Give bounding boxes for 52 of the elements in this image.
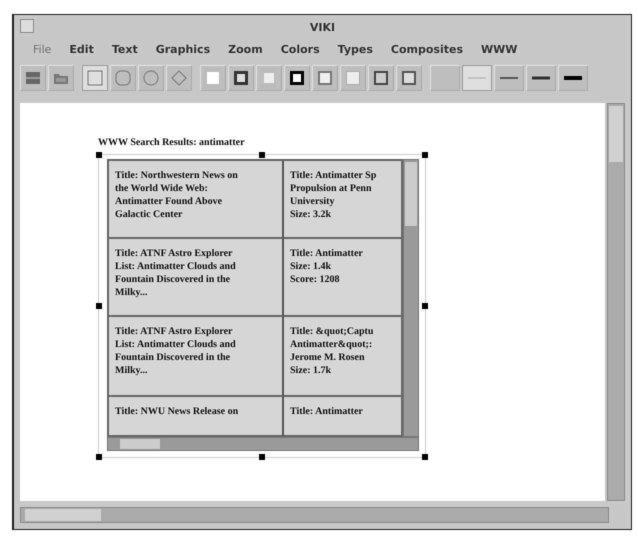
- horizontal-scrollbar[interactable]: [107, 437, 419, 451]
- menu-item[interactable]: Composites: [382, 42, 472, 56]
- result-cell[interactable]: Title: ATNF Astro Explorer List: Antimatter Clouds and Fountain Discovered in the Milky...: [109, 239, 284, 317]
- vertical-scrollbar[interactable]: [403, 159, 419, 437]
- line-icon: [532, 76, 550, 80]
- diamond-tool[interactable]: [166, 65, 192, 91]
- frame-icon: [262, 71, 276, 85]
- menu-item[interactable]: Graphics: [146, 42, 220, 56]
- result-cell[interactable]: Title: Northwestern News on the World Wide Web: Antimatter Found Above Galactic Center: [109, 161, 284, 239]
- menu-item[interactable]: WWW: [472, 42, 526, 56]
- circle-icon: [144, 70, 158, 86]
- line-icon: [500, 77, 518, 79]
- result-cell[interactable]: Title: Antimatter Sp Propulsion at Penn University Size: 3.2k: [284, 161, 401, 239]
- close-box[interactable]: [20, 19, 34, 33]
- menu-item[interactable]: Text: [102, 42, 147, 56]
- rounded-square-icon: [116, 70, 130, 86]
- selection-handle[interactable]: [96, 303, 102, 309]
- result-cell[interactable]: Title: ATNF Astro Explorer List: Antimatter Clouds and Fountain Discovered in the Milky...: [109, 317, 284, 397]
- window-title: VIKI: [310, 20, 336, 34]
- selection-handle[interactable]: [259, 152, 265, 158]
- frame-style-tool[interactable]: [368, 65, 394, 91]
- rounded-rectangle-tool[interactable]: [110, 65, 136, 91]
- frame-style-tool[interactable]: [284, 65, 310, 91]
- horizontal-scrollbar[interactable]: [20, 507, 609, 523]
- square-tool[interactable]: [82, 65, 108, 91]
- menu-item[interactable]: Zoom: [219, 42, 272, 56]
- frame-icon: [346, 71, 360, 85]
- menu-item[interactable]: Types: [328, 42, 382, 56]
- circle-tool[interactable]: [138, 65, 164, 91]
- diamond-icon: [171, 70, 187, 86]
- result-cell[interactable]: Title: &quot;Captu Antimatter&quot;: Jerome M. Rosen Size: 1.7k: [284, 317, 401, 397]
- selection-handle[interactable]: [96, 454, 102, 460]
- vertical-scrollbar[interactable]: [607, 103, 625, 501]
- frame-icon: [234, 71, 248, 85]
- menu-item[interactable]: Colors: [272, 42, 329, 56]
- result-cell[interactable]: Title: Antimatter Size: 1.4k Score: 1208: [284, 239, 401, 317]
- frame-icon: [290, 71, 304, 85]
- frame-style-tool[interactable]: [228, 65, 254, 91]
- square-icon: [88, 70, 102, 86]
- frame-icon: [402, 71, 416, 85]
- frame-icon: [206, 71, 220, 85]
- frame-icon: [318, 71, 332, 85]
- frame-icon: [374, 71, 388, 85]
- menu-item[interactable]: Edit: [60, 42, 103, 56]
- folder-icon[interactable]: [48, 65, 74, 91]
- selection-handle[interactable]: [259, 454, 265, 460]
- selection-handle[interactable]: [96, 152, 102, 158]
- results-heading: WWW Search Results: antimatter: [98, 137, 246, 148]
- selection-handle[interactable]: [422, 454, 428, 460]
- image-icon[interactable]: [20, 65, 46, 91]
- selection-handle[interactable]: [422, 303, 428, 309]
- selection-handle[interactable]: [422, 152, 428, 158]
